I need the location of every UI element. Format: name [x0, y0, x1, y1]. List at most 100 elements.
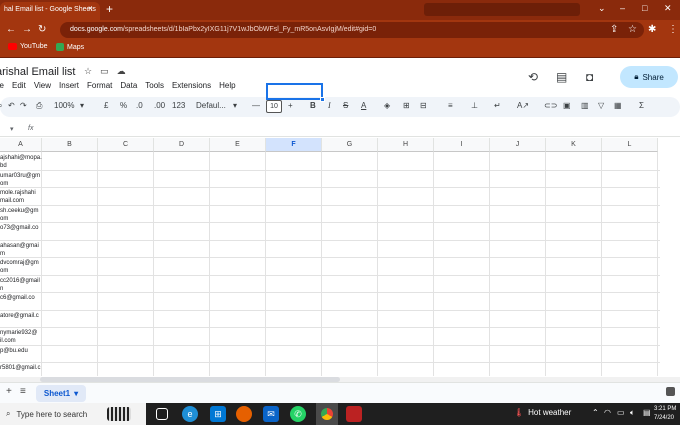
text-color-icon[interactable]: A: [361, 101, 366, 110]
new-tab-button[interactable]: +: [106, 2, 113, 16]
percent-button[interactable]: %: [120, 101, 127, 110]
cell-a-3[interactable]: mole.rajshahi mail.com: [0, 189, 42, 205]
column-header-e[interactable]: E: [210, 138, 266, 152]
search-menus-icon[interactable]: ⌕: [0, 101, 2, 111]
share-button[interactable]: 🔒︎ Share: [620, 66, 678, 88]
maximize-button[interactable]: □: [642, 3, 647, 13]
insert-comment-icon[interactable]: ▣: [563, 101, 571, 110]
move-folder-icon[interactable]: ▭: [100, 66, 109, 77]
menu-edit[interactable]: Edit: [12, 81, 26, 90]
menu-file[interactable]: ile: [0, 81, 4, 90]
bookmark-maps[interactable]: Maps: [56, 43, 84, 51]
windows-icon[interactable]: ⊞: [210, 406, 226, 422]
column-header-f[interactable]: F: [266, 138, 322, 152]
back-icon[interactable]: ←: [6, 24, 16, 35]
explore-icon[interactable]: [666, 387, 675, 396]
chrome-icon[interactable]: [316, 403, 338, 425]
print-icon[interactable]: ⎙: [36, 101, 42, 111]
text-rotation-icon[interactable]: A↗: [517, 101, 529, 110]
vertical-align-icon[interactable]: ⊥: [471, 101, 478, 110]
cell-a-11[interactable]: nymarie932@ il.com: [0, 329, 42, 345]
column-header-b[interactable]: B: [42, 138, 98, 152]
functions-icon[interactable]: Σ: [639, 101, 644, 110]
column-header-c[interactable]: C: [98, 138, 154, 152]
column-header-h[interactable]: H: [378, 138, 434, 152]
increase-decimal-button[interactable]: .00: [154, 101, 165, 110]
decrease-font-size-button[interactable]: —: [252, 101, 260, 110]
name-box-dropdown-icon[interactable]: ▾: [10, 125, 14, 133]
bold-icon[interactable]: B: [310, 101, 316, 110]
column-header-l[interactable]: L: [602, 138, 658, 152]
spreadsheet-grid[interactable]: A B C D E F G H I J K Lajshahi@mopa. bd umar03ru@gm …: [0, 138, 680, 376]
insert-link-icon[interactable]: ⊂⊃: [544, 101, 557, 110]
mail-icon[interactable]: ✉: [263, 406, 279, 422]
app-icon[interactable]: [346, 406, 362, 422]
menu-data[interactable]: Data: [120, 81, 137, 90]
forward-icon[interactable]: →: [22, 24, 32, 35]
font-select[interactable]: Defaul...: [196, 101, 226, 110]
cell-a-1[interactable]: ajshahi@mopa. bd: [0, 154, 42, 170]
cell-a-12[interactable]: p@bu.edu: [0, 347, 42, 355]
cloud-status-icon[interactable]: ☁: [117, 66, 126, 77]
filter-views-icon[interactable]: ▦: [614, 101, 622, 110]
column-header-a[interactable]: A: [0, 138, 42, 152]
tab-close-icon[interactable]: ×: [88, 4, 93, 13]
merge-cells-icon[interactable]: ⊟: [420, 101, 427, 110]
cell-a-5[interactable]: o73@gmail.co: [0, 224, 42, 232]
fill-handle[interactable]: [320, 97, 325, 102]
browser-tab[interactable]: hal Email list - Google Sheets: [0, 2, 100, 20]
document-title[interactable]: arishal Email list: [0, 66, 75, 78]
browser-menu-icon[interactable]: ⋮: [668, 24, 678, 35]
meet-icon[interactable]: ◘: [586, 70, 593, 84]
all-sheets-icon[interactable]: ≡: [20, 386, 26, 397]
filter-icon[interactable]: ▽: [598, 101, 604, 110]
undo-icon[interactable]: ↶: [8, 101, 15, 110]
text-wrap-icon[interactable]: ↵: [494, 101, 501, 110]
bookmark-star-icon[interactable]: ☆: [628, 24, 637, 35]
selected-cell[interactable]: [266, 83, 323, 100]
horizontal-align-icon[interactable]: ≡: [448, 101, 453, 110]
menu-view[interactable]: View: [34, 81, 51, 90]
fill-color-icon[interactable]: ◈: [384, 101, 390, 110]
share-page-icon[interactable]: ⇪: [610, 24, 618, 35]
cell-a-8[interactable]: cc2016@gmail n: [0, 277, 42, 293]
sheet-tab-sheet1[interactable]: Sheet1 ▾: [36, 385, 86, 402]
cell-a-7[interactable]: dvcomraj@gm om: [0, 259, 42, 275]
firefox-icon[interactable]: [236, 406, 252, 422]
borders-icon[interactable]: ⊞: [403, 101, 410, 110]
battery-icon[interactable]: ▭: [617, 408, 625, 417]
taskbar-search[interactable]: ⌕ Type here to search: [0, 403, 146, 425]
menu-format[interactable]: Format: [87, 81, 112, 90]
cell-a-13[interactable]: r5801@gmail.c: [0, 364, 42, 372]
column-header-k[interactable]: K: [546, 138, 602, 152]
column-header-g[interactable]: G: [322, 138, 378, 152]
comments-icon[interactable]: ▤: [556, 70, 567, 84]
menu-help[interactable]: Help: [219, 81, 235, 90]
formula-input[interactable]: [40, 123, 670, 135]
cell-a-9[interactable]: c6@gmail.co: [0, 294, 42, 302]
star-icon[interactable]: ☆: [84, 66, 92, 77]
column-header-d[interactable]: D: [154, 138, 210, 152]
column-header-i[interactable]: I: [434, 138, 490, 152]
currency-button[interactable]: £: [104, 101, 108, 110]
tray-up-icon[interactable]: ⌃: [592, 408, 599, 417]
menu-insert[interactable]: Insert: [59, 81, 79, 90]
whatsapp-icon[interactable]: ✆: [290, 406, 306, 422]
increase-font-size-button[interactable]: +: [288, 101, 293, 110]
url-field[interactable]: docs.google.com/spreadsheets/d/1bIaPbx2y…: [60, 22, 644, 38]
edge-icon[interactable]: e: [182, 406, 198, 422]
cell-a-2[interactable]: umar03ru@gm om: [0, 172, 42, 188]
redo-icon[interactable]: ↷: [20, 101, 27, 110]
cell-a-6[interactable]: ahasan@gmai m: [0, 242, 42, 258]
extensions-icon[interactable]: ✱: [648, 24, 656, 35]
strikethrough-icon[interactable]: S: [343, 101, 348, 110]
tab-search-icon[interactable]: ⌄: [598, 3, 606, 14]
menu-extensions[interactable]: Extensions: [172, 81, 211, 90]
system-clock[interactable]: 3:21 PM 7/24/20: [654, 405, 676, 423]
cell-a-4[interactable]: sh.ceeku@gm om: [0, 207, 42, 223]
task-view-icon[interactable]: [156, 408, 168, 420]
add-sheet-icon[interactable]: +: [6, 386, 12, 397]
network-icon[interactable]: ◠: [604, 408, 611, 417]
close-window-button[interactable]: ✕: [664, 3, 672, 14]
version-history-icon[interactable]: ⟲: [528, 70, 538, 84]
